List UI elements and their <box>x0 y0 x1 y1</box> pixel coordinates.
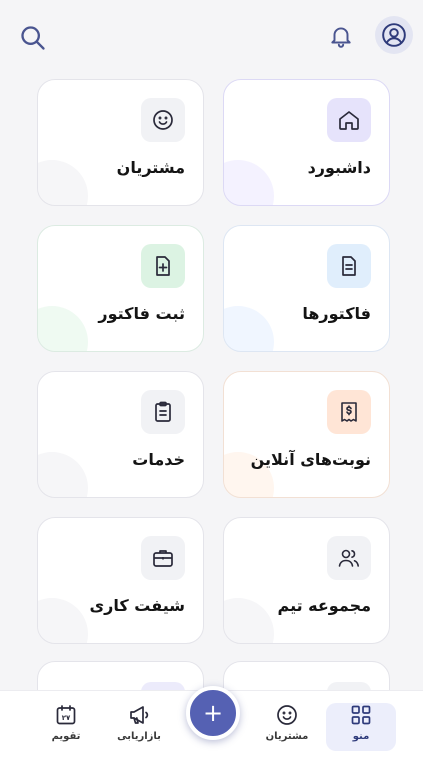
receipt-dollar-icon <box>341 402 357 422</box>
menu-card-dashboard[interactable]: داشبورد <box>223 79 390 206</box>
card-decoration <box>224 306 274 351</box>
briefcase-icon <box>153 550 173 567</box>
menu-card-new-invoice[interactable]: ثبت فاکتور <box>37 225 204 352</box>
card-decoration <box>38 598 88 643</box>
card-icon-box <box>327 390 371 434</box>
smile-icon <box>277 705 297 725</box>
home-icon <box>339 111 359 130</box>
menu-card-customers[interactable]: مشتریان <box>37 79 204 206</box>
card-decoration <box>38 160 88 205</box>
nav-item-customers[interactable]: مشتریان <box>252 703 322 751</box>
card-icon-box <box>141 244 185 288</box>
card-decoration <box>224 598 274 643</box>
plus-icon: + <box>202 699 224 727</box>
menu-card-label: خدمات <box>132 450 185 469</box>
users-icon <box>338 549 359 567</box>
menu-card-team[interactable]: مجموعه تیم <box>223 517 390 644</box>
card-icon-box <box>327 98 371 142</box>
card-decoration <box>38 306 88 351</box>
menu-card-label: فاکتورها <box>302 304 371 323</box>
grid-icon <box>351 705 371 725</box>
card-icon-box <box>141 390 185 434</box>
card-icon-box <box>141 98 185 142</box>
calendar-day: ۲۷ <box>62 714 71 722</box>
menu-card-label: مشتریان <box>116 158 185 177</box>
add-button[interactable]: + <box>186 686 240 740</box>
menu-card-label: ثبت فاکتور <box>98 304 185 323</box>
menu-card-invoices[interactable]: فاکتورها <box>223 225 390 352</box>
nav-label: تقویم <box>51 731 81 742</box>
menu-card-services[interactable]: خدمات <box>37 371 204 498</box>
megaphone-icon <box>130 706 149 724</box>
card-icon-box <box>327 244 371 288</box>
menu-card-label: مجموعه تیم <box>277 596 371 615</box>
clipboard-icon <box>155 401 171 422</box>
menu-card-label: داشبورد <box>307 158 371 177</box>
menu-card-work-shift[interactable]: شیفت کاری <box>37 517 204 644</box>
menu-card-online-appointments[interactable]: نوبت‌های آنلاین <box>223 371 390 498</box>
calendar-icon: ۲۷ <box>56 705 76 725</box>
card-decoration <box>38 452 88 497</box>
document-plus-icon <box>156 256 170 276</box>
smile-icon <box>153 110 173 130</box>
card-icon-box <box>141 536 185 580</box>
menu-grid: داشبورد مشتریان فاکتورها ثبت فاکتور نوبت… <box>0 0 423 757</box>
card-decoration <box>224 160 274 205</box>
menu-card-label: شیفت کاری <box>89 596 185 615</box>
nav-item-menu[interactable]: منو <box>326 703 396 751</box>
card-icon-box <box>327 536 371 580</box>
menu-card-label: نوبت‌های آنلاین <box>250 450 371 469</box>
nav-label: منو <box>352 731 370 742</box>
document-icon <box>342 256 356 276</box>
nav-label: مشتریان <box>265 731 309 742</box>
nav-item-calendar[interactable]: ۲۷ تقویم <box>31 703 101 751</box>
nav-item-marketing[interactable]: بازاریابی <box>104 703 174 751</box>
nav-label: بازاریابی <box>117 731 161 742</box>
